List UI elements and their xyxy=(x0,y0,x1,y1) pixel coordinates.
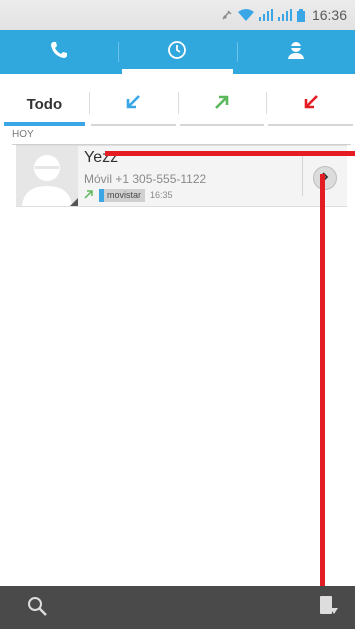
signal-icon xyxy=(258,9,273,21)
filter-tab-all[interactable]: Todo xyxy=(0,82,89,126)
mute-icon xyxy=(221,9,233,21)
filter-tab-incoming[interactable] xyxy=(88,82,178,126)
tab-contacts[interactable] xyxy=(236,30,355,74)
avatar[interactable] xyxy=(16,146,78,206)
search-button[interactable] xyxy=(24,595,50,621)
contacts-icon xyxy=(286,40,306,65)
filter-tab-missed[interactable] xyxy=(266,82,355,126)
outgoing-call-icon xyxy=(84,186,94,204)
carrier-badge: movistar xyxy=(99,188,146,202)
status-time: 16:36 xyxy=(311,7,347,23)
wifi-icon xyxy=(237,9,254,21)
dialpad-icon xyxy=(318,594,340,623)
annotation-line-horizontal xyxy=(105,151,355,156)
main-tabs xyxy=(0,30,355,74)
filter-tab-outgoing[interactable] xyxy=(177,82,267,126)
search-icon xyxy=(26,595,48,622)
tab-recents[interactable] xyxy=(118,30,236,74)
incoming-call-icon xyxy=(123,92,143,117)
call-filter-tabs: Todo xyxy=(0,82,355,126)
section-header-today: HOY xyxy=(12,126,351,145)
battery-icon xyxy=(296,8,305,22)
outgoing-call-icon xyxy=(212,92,232,117)
status-bar: 16:36 xyxy=(0,0,355,30)
call-meta: movistar 16:35 xyxy=(84,188,173,202)
phone-icon xyxy=(49,40,69,65)
default-avatar-icon xyxy=(16,155,78,206)
tab-phone[interactable] xyxy=(0,30,118,74)
annotation-line-vertical xyxy=(320,174,325,629)
signal-2-icon xyxy=(277,9,292,21)
call-details-button[interactable] xyxy=(313,166,337,190)
row-divider xyxy=(302,156,303,196)
missed-call-icon xyxy=(301,92,321,117)
filter-tab-all-label: Todo xyxy=(26,95,63,113)
clock-icon xyxy=(167,40,187,65)
dialpad-button[interactable] xyxy=(314,593,344,623)
contact-number: Móvil +1 305-555-1122 xyxy=(84,172,207,186)
bottom-action-bar xyxy=(0,586,355,629)
call-time: 16:35 xyxy=(150,190,173,200)
